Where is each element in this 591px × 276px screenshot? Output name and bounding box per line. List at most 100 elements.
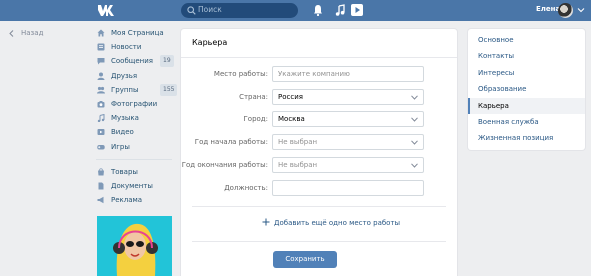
- groups-count-badge: 155: [160, 83, 178, 96]
- field-value: Москва: [278, 115, 305, 123]
- sidebar-item-messages[interactable]: Сообщения 19: [96, 55, 176, 69]
- user-name[interactable]: Елена: [536, 5, 560, 13]
- chevron-left-icon: [9, 30, 14, 37]
- chevron-down-icon: [411, 140, 418, 145]
- camera-icon: [97, 100, 105, 108]
- sidebar-item-music[interactable]: Музыка: [96, 112, 176, 126]
- music-note-icon[interactable]: [335, 4, 345, 16]
- sidebar-item-label: Друзья: [111, 71, 138, 80]
- sidebar-item-documents[interactable]: Документы: [96, 180, 176, 194]
- sidebar-item-my-page[interactable]: Моя Страница: [96, 27, 176, 41]
- sidebar-item-label: Группы: [111, 85, 139, 94]
- search-icon: [187, 6, 196, 15]
- chevron-down-icon[interactable]: [577, 7, 585, 13]
- home-icon: [97, 29, 105, 37]
- position-row: Должность:: [181, 180, 457, 196]
- vk-logo-icon[interactable]: [97, 4, 116, 17]
- menu-item-contacts[interactable]: Контакты: [468, 48, 585, 64]
- add-workplace-label: Добавить ещё одно место работы: [274, 219, 401, 227]
- field-label: Место работы:: [213, 70, 268, 78]
- sidebar-item-label: Сообщения: [111, 57, 154, 66]
- field-value: Россия: [278, 93, 303, 101]
- documents-icon: [98, 182, 104, 190]
- menu-item-military[interactable]: Военная служба: [468, 114, 585, 130]
- back-label: Назад: [21, 29, 44, 37]
- sidebar-divider: [96, 158, 172, 160]
- position-input[interactable]: [272, 180, 424, 196]
- sidebar-item-friends[interactable]: Друзья: [96, 70, 176, 84]
- sidebar-item-label: Товары: [111, 167, 138, 176]
- sidebar-item-ads[interactable]: Реклама: [96, 194, 176, 208]
- plus-icon: [262, 218, 270, 226]
- field-label: Город:: [243, 115, 268, 123]
- menu-item-main[interactable]: Основное: [468, 32, 585, 48]
- ads-icon: [97, 196, 104, 204]
- search-input[interactable]: Поиск: [198, 5, 222, 14]
- city-row: Город: Москва: [181, 111, 457, 127]
- field-label: Страна:: [239, 93, 268, 101]
- field-placeholder: Укажите компанию: [278, 70, 350, 78]
- sidebar-item-games[interactable]: Игры: [96, 141, 176, 155]
- workplace-row: Место работы: Укажите компанию: [181, 66, 457, 82]
- search-box[interactable]: Поиск: [181, 3, 298, 18]
- sidebar-item-label: Музыка: [111, 114, 139, 123]
- end-year-select[interactable]: Не выбран: [272, 157, 424, 173]
- advertisement-image[interactable]: [97, 216, 172, 276]
- news-icon: [97, 43, 105, 51]
- friends-icon: [97, 72, 105, 80]
- music-icon: [97, 114, 105, 123]
- header-divider: [181, 57, 457, 58]
- sidebar-item-label: Документы: [111, 181, 153, 190]
- menu-item-interests[interactable]: Интересы: [468, 65, 585, 81]
- sidebar-item-label: Моя Страница: [111, 29, 164, 37]
- menu-item-label: Основное: [478, 36, 514, 44]
- menu-item-life-position[interactable]: Жизненная позиция: [468, 130, 585, 146]
- messages-count-badge: 19: [160, 55, 174, 68]
- avatar[interactable]: [558, 3, 573, 18]
- messages-icon: [97, 58, 105, 65]
- bell-icon[interactable]: [313, 4, 323, 16]
- start-year-row: Год начала работы: Не выбран: [181, 134, 457, 150]
- top-header: Поиск Елена: [0, 0, 591, 21]
- menu-item-career[interactable]: Карьера: [468, 97, 585, 115]
- sidebar-item-news[interactable]: Новости: [96, 41, 176, 55]
- profile-edit-menu: Основное Контакты Интересы Образование К…: [468, 29, 585, 150]
- career-card: Карьера Место работы: Укажите компанию С…: [181, 29, 457, 276]
- sidebar-item-video[interactable]: Видео: [96, 126, 176, 140]
- menu-item-label: Жизненная позиция: [478, 134, 554, 143]
- section-divider: [192, 241, 446, 242]
- left-sidebar: Моя Страница Новости Сообщения 19 Друзья…: [96, 27, 178, 208]
- end-year-row: Год окончания работы: Не выбран: [181, 157, 457, 173]
- start-year-select[interactable]: Не выбран: [272, 134, 424, 150]
- field-placeholder: Не выбран: [278, 161, 318, 169]
- play-icon[interactable]: [351, 4, 363, 16]
- games-icon: [97, 144, 105, 149]
- sidebar-item-label: Реклама: [111, 196, 143, 205]
- save-button[interactable]: Сохранить: [273, 251, 337, 268]
- sidebar-item-label: Новости: [111, 43, 142, 52]
- country-select[interactable]: Россия: [272, 89, 424, 105]
- sidebar-item-groups[interactable]: Группы 155: [96, 83, 178, 98]
- sidebar-item-goods[interactable]: Товары: [96, 166, 176, 180]
- workplace-input[interactable]: Укажите компанию: [272, 66, 424, 82]
- menu-item-education[interactable]: Образование: [468, 81, 585, 97]
- section-divider: [192, 206, 446, 207]
- video-icon: [97, 129, 105, 136]
- chevron-down-icon: [411, 117, 418, 122]
- ad-illustration: [97, 216, 172, 276]
- country-row: Страна: Россия: [181, 89, 457, 105]
- chevron-down-icon: [411, 163, 418, 168]
- field-label: Год начала работы:: [194, 138, 268, 146]
- field-label: Год окончания работы:: [181, 161, 268, 169]
- sidebar-item-label: Видео: [111, 128, 134, 137]
- city-select[interactable]: Москва: [272, 111, 424, 127]
- field-placeholder: Не выбран: [278, 138, 318, 146]
- goods-icon: [98, 168, 104, 176]
- sidebar-item-label: Фотографии: [111, 99, 158, 108]
- menu-item-label: Военная служба: [478, 117, 539, 126]
- menu-item-label: Интересы: [478, 68, 515, 77]
- sidebar-item-photos[interactable]: Фотографии: [96, 98, 176, 112]
- menu-item-label: Контакты: [478, 52, 515, 61]
- page-title: Карьера: [192, 38, 228, 47]
- sidebar-item-label: Игры: [111, 142, 130, 151]
